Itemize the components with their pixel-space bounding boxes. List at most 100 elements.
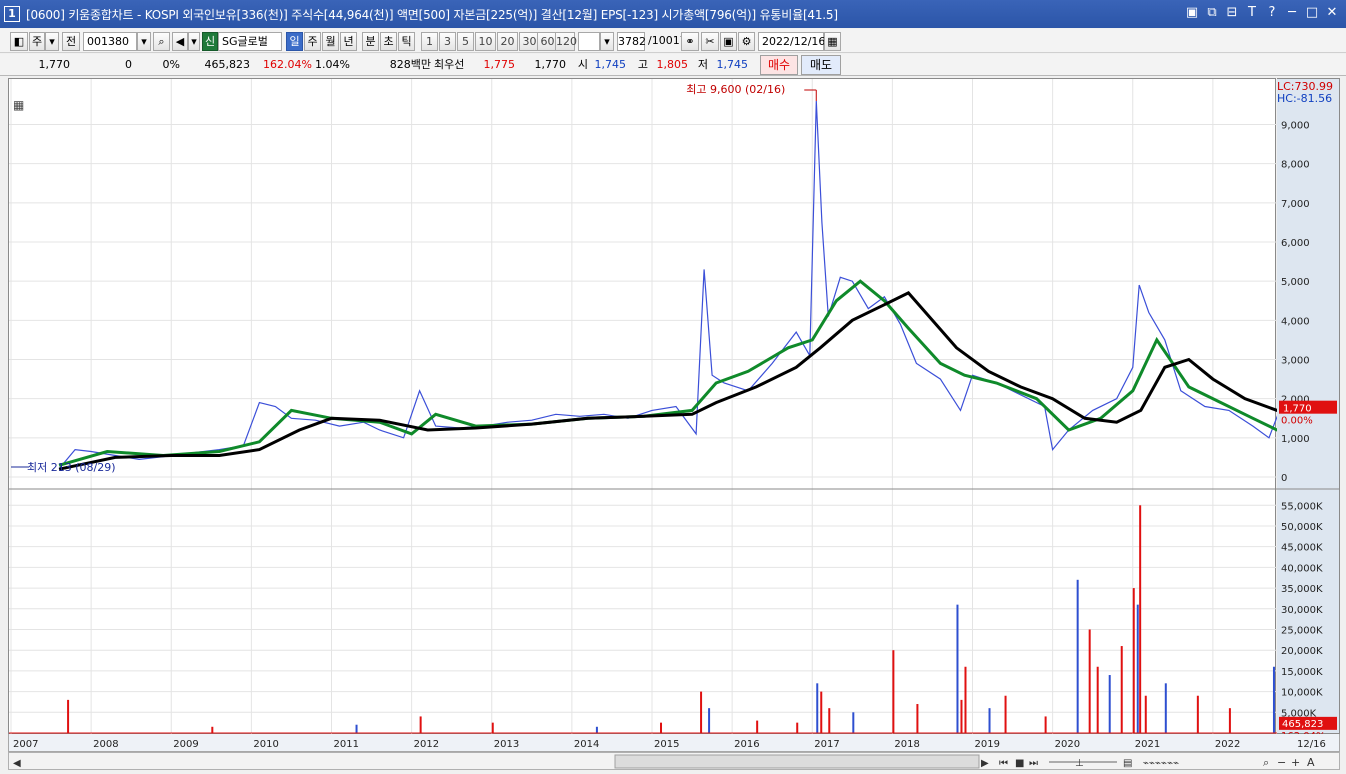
period-second-button[interactable]: 초 (380, 32, 397, 51)
bid-price: 1,770 (522, 56, 566, 74)
speaker-icon[interactable]: ◀ (172, 32, 188, 51)
zoom-slider-icon[interactable]: ⊥ (1075, 758, 1084, 769)
help-icon[interactable]: ? (1264, 4, 1280, 22)
volume-bar (1005, 696, 1007, 733)
save-icon[interactable]: ▣ (720, 32, 737, 51)
volume-tick-label: 15,000K (1281, 667, 1323, 678)
link-icon[interactable]: ⊟ (1224, 4, 1240, 22)
volume-value: 465,823 (190, 56, 250, 74)
year-tick-label: 2015 (654, 739, 679, 750)
calendar-icon[interactable]: ▦ (824, 32, 841, 51)
current-price: 1,770 (10, 56, 70, 74)
period-tick-button[interactable]: 틱 (398, 32, 415, 51)
volume-tick-label: 20,000K (1281, 646, 1323, 657)
layout-icon[interactable]: ◧ (10, 32, 28, 51)
volume-bar (796, 723, 798, 733)
period-month-button[interactable]: 월 (322, 32, 339, 51)
last-price-label: 1,770 (1283, 404, 1312, 415)
hc-label: HC:-81.56 (1277, 92, 1332, 105)
volume-bar (816, 683, 818, 733)
interval-120-button[interactable]: 120 (555, 32, 575, 51)
chart-type-dropdown-icon[interactable]: ▾ (45, 32, 59, 51)
scrollbar-svg: ◀ ▶ ⏮ ■ ⏭ ⊥ ▤ ⌁⌁⌁⌁⌁⌁ ⌕ − + A (9, 753, 1341, 771)
scroll-left-icon[interactable]: ◀ (13, 758, 21, 769)
maximize-button[interactable]: □ (1304, 4, 1320, 22)
interval-custom-input[interactable] (578, 32, 600, 51)
axis-svg: 9,0008,0007,0006,0005,0004,0003,0002,000… (1277, 79, 1340, 735)
date-axis-svg: 2007200820092010201120122013201420152016… (9, 734, 1341, 752)
crosshair-icon[interactable]: ✂ (701, 32, 719, 51)
speaker-dropdown-icon[interactable]: ▾ (188, 32, 200, 51)
volume-bar (1097, 667, 1099, 733)
buy-button[interactable]: 매수 (760, 55, 798, 75)
price-tick-label: 0 (1281, 473, 1287, 484)
link-chain-icon[interactable]: ⚭ (681, 32, 699, 51)
stock-name-field[interactable]: SG글로벌 (218, 32, 282, 51)
volume-tick-label: 30,000K (1281, 605, 1323, 616)
price-axis[interactable]: 9,0008,0007,0006,0005,0004,0003,0002,000… (1277, 78, 1340, 734)
data-count-input[interactable]: 3782 (617, 32, 645, 51)
sell-button[interactable]: 매도 (801, 55, 841, 75)
prev-button[interactable]: 전 (62, 32, 80, 51)
year-tick-label: 2016 (734, 739, 759, 750)
rewind-icon[interactable]: ⏮ (999, 758, 1008, 769)
minimize-button[interactable]: ─ (1284, 4, 1300, 22)
price-tick-label: 7,000 (1281, 199, 1310, 210)
volume-bar (708, 708, 710, 733)
year-tick-label: 2012 (414, 739, 439, 750)
forward-icon[interactable]: ⏭ (1029, 758, 1038, 769)
interval-3-button[interactable]: 3 (439, 32, 456, 51)
code-dropdown-icon[interactable]: ▾ (137, 32, 151, 51)
stock-code-input[interactable]: 001380 (83, 32, 137, 51)
search-icon[interactable]: ⌕ (153, 32, 170, 51)
zoom-in-icon[interactable]: + (1291, 756, 1300, 769)
period-minute-button[interactable]: 분 (362, 32, 379, 51)
year-tick-label: 2010 (253, 739, 278, 750)
chart-svg[interactable]: 최고 9,600 (02/16)최저 213 (08/29)▦ (9, 79, 1277, 735)
line-chart-icon[interactable]: ⌁⌁⌁⌁⌁⌁ (1143, 758, 1179, 769)
ask-price: 1,775 (475, 56, 515, 74)
volume-bar (1137, 605, 1139, 733)
volume-bar (1273, 667, 1275, 733)
price-tick-label: 1,000 (1281, 434, 1310, 445)
title-bar[interactable]: 1 [0600] 키움종합차트 - KOSPI 외국인보유[336(천)] 주식… (0, 0, 1346, 28)
scroll-right-icon[interactable]: ▶ (981, 758, 989, 769)
interval-dropdown-icon[interactable]: ▾ (600, 32, 614, 51)
period-year-button[interactable]: 년 (340, 32, 357, 51)
grid-menu-icon: ▦ (13, 98, 24, 112)
chart-type-button[interactable]: 주 (29, 32, 45, 51)
quote-bar: 1,770 0 0% 465,823 162.04% 1.04% 828백만 최… (0, 54, 1346, 76)
year-tick-label: 2017 (814, 739, 839, 750)
volume-bar (1045, 716, 1047, 733)
price-tick-label: 6,000 (1281, 238, 1310, 249)
close-button[interactable]: ✕ (1324, 4, 1340, 22)
chart-plot-area[interactable]: 최고 9,600 (02/16)최저 213 (08/29)▦ (8, 78, 1276, 734)
zoom-icon[interactable]: ⌕ (1263, 756, 1269, 769)
interval-10-button[interactable]: 10 (475, 32, 496, 51)
price-change: 0 (80, 56, 132, 74)
interval-1-button[interactable]: 1 (421, 32, 438, 51)
period-week-button[interactable]: 주 (304, 32, 321, 51)
high-label: 고 (632, 56, 648, 74)
bar-chart-icon[interactable]: ▤ (1123, 758, 1132, 769)
interval-20-button[interactable]: 20 (497, 32, 518, 51)
last-date-label: 12/16 (1297, 739, 1326, 750)
font-icon[interactable]: T (1244, 4, 1260, 22)
price-tick-label: 4,000 (1281, 316, 1310, 327)
interval-5-button[interactable]: 5 (457, 32, 474, 51)
settings-gear-icon[interactable]: ⚙ (738, 32, 755, 51)
save-screen-icon[interactable]: ▣ (1184, 4, 1200, 22)
stop-icon[interactable]: ■ (1015, 758, 1024, 769)
chart-scrollbar[interactable]: ◀ ▶ ⏮ ■ ⏭ ⊥ ▤ ⌁⌁⌁⌁⌁⌁ ⌕ − + A (8, 752, 1340, 770)
open-price: 1,745 (588, 56, 626, 74)
volume-bar (1145, 696, 1147, 733)
zoom-out-icon[interactable]: − (1277, 756, 1286, 769)
font-size-icon[interactable]: A (1307, 756, 1315, 769)
new-window-icon[interactable]: ⧉ (1204, 4, 1220, 22)
volume-bar (420, 716, 422, 733)
period-day-button[interactable]: 일 (286, 32, 303, 51)
scroll-thumb[interactable] (615, 755, 979, 768)
date-input[interactable]: 2022/12/16 (758, 32, 824, 51)
year-tick-label: 2022 (1215, 739, 1240, 750)
volume-bar (700, 692, 702, 733)
